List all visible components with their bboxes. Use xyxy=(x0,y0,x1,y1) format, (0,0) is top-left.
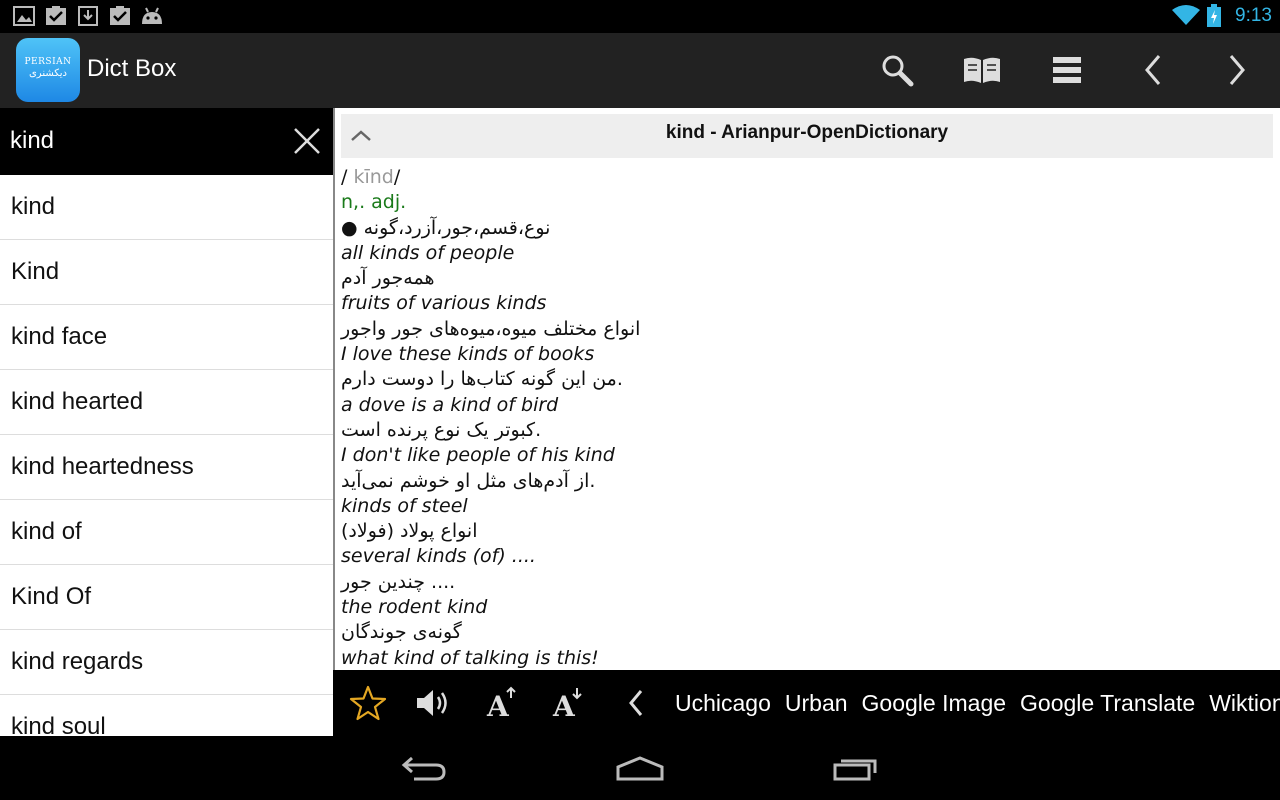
example-persian: گونه‌ی جوندگان xyxy=(341,621,462,644)
part-of-speech: n,. adj. xyxy=(341,191,407,214)
list-button[interactable] xyxy=(1042,47,1092,93)
screen: 9:13 PERSIAN دیکشنری Dict Box kind kind … xyxy=(0,0,1280,800)
word-list: kind Kind kind face kind hearted kind he… xyxy=(0,175,333,736)
download-icon xyxy=(78,6,98,26)
chevron-right-icon xyxy=(1229,55,1245,85)
increase-font-button[interactable]: A xyxy=(479,681,525,725)
example-persian: کبوتر یک نوع پرنده است. xyxy=(341,418,542,441)
list-item[interactable]: kind xyxy=(0,175,333,240)
example-english: all kinds of people xyxy=(341,241,515,264)
list-item[interactable]: kind heartedness xyxy=(0,435,333,500)
definition-panel: kind - Arianpur-OpenDictionary / kīnd/ n… xyxy=(335,108,1280,670)
app-logo-line2: دیکشنری xyxy=(28,68,68,79)
clear-search-button[interactable] xyxy=(289,123,325,159)
speaker-icon xyxy=(417,690,447,716)
example-english: several kinds (of) .... xyxy=(341,545,536,568)
book-icon xyxy=(964,57,1000,83)
word-list-panel: kind Kind kind face kind hearted kind he… xyxy=(0,108,333,736)
close-icon xyxy=(294,128,320,154)
list-item[interactable]: kind of xyxy=(0,500,333,565)
list-item[interactable]: kind regards xyxy=(0,630,333,695)
example-english: kinds of steel xyxy=(341,494,468,517)
task-done-icon xyxy=(110,6,130,25)
app-logo-line1: PERSIAN xyxy=(24,57,72,67)
image-notification-icon xyxy=(13,6,35,26)
back-icon xyxy=(401,756,446,781)
status-bar: 9:13 xyxy=(0,0,1280,33)
list-item[interactable]: kind face xyxy=(0,305,333,370)
scroll-links-left-button[interactable] xyxy=(613,681,659,725)
example-english: what kind of talking is this! xyxy=(341,646,599,669)
home-button[interactable] xyxy=(610,750,670,786)
home-icon xyxy=(616,756,664,781)
dictionary-links: Uchicago Urban Google Image Google Trans… xyxy=(675,670,1280,736)
example-persian: چندین جور .... xyxy=(341,570,456,593)
example-persian: انواع مختلف میوه،میوه‌های جور واجور xyxy=(341,317,641,340)
list-item[interactable]: kind hearted xyxy=(0,370,333,435)
pronunciation: / kīnd/ xyxy=(341,165,1271,190)
link-google-image[interactable]: Google Image xyxy=(862,690,1006,717)
definition-title: kind - Arianpur-OpenDictionary xyxy=(665,122,949,143)
list-icon xyxy=(1053,57,1081,83)
search-icon xyxy=(882,55,914,87)
example-persian: من این گونه کتاب‌ها را دوست دارم. xyxy=(341,368,623,391)
example-persian: همه‌جور آدم xyxy=(341,267,435,290)
search-box xyxy=(0,108,333,175)
font-increase-icon: A xyxy=(486,686,516,720)
pronunciation-text: kīnd xyxy=(353,166,394,188)
back-button[interactable] xyxy=(394,750,454,786)
chevron-left-icon xyxy=(629,690,643,716)
example-english: a dove is a kind of bird xyxy=(341,393,559,416)
link-wiktionary[interactable]: Wiktionary xyxy=(1209,690,1280,717)
pronounce-button[interactable] xyxy=(411,681,457,725)
app-title: Dict Box xyxy=(87,55,177,82)
font-decrease-icon: A xyxy=(552,688,582,720)
meaning: ● نوع،قسم،جور،آزرد،گونه xyxy=(341,216,551,239)
chevron-left-icon xyxy=(1145,55,1161,85)
definition-header[interactable]: kind - Arianpur-OpenDictionary xyxy=(341,114,1273,158)
decrease-font-button[interactable]: A xyxy=(545,681,591,725)
search-button[interactable] xyxy=(872,47,922,93)
recent-apps-icon xyxy=(833,759,877,781)
list-item[interactable]: Kind Of xyxy=(0,565,333,630)
previous-button[interactable] xyxy=(1128,47,1178,93)
bottom-toolbar: A A Uchicago Urban Google Image Google T… xyxy=(335,670,1280,736)
list-item[interactable]: Kind xyxy=(0,240,333,305)
svg-text:A: A xyxy=(552,690,576,720)
pronunciation-close: / xyxy=(393,166,401,188)
app-logo[interactable]: PERSIAN دیکشنری xyxy=(16,38,80,102)
next-button[interactable] xyxy=(1212,47,1262,93)
link-urban[interactable]: Urban xyxy=(785,690,848,717)
link-google-translate[interactable]: Google Translate xyxy=(1020,690,1195,717)
dictionary-button[interactable] xyxy=(957,47,1007,93)
star-icon xyxy=(349,685,387,721)
example-english: I love these kinds of books xyxy=(341,343,595,366)
example-english: I don't like people of his kind xyxy=(341,444,615,467)
android-debug-icon xyxy=(142,7,162,24)
battery-charging-icon xyxy=(1207,4,1221,27)
example-persian: انواع پولاد (فولاد) xyxy=(341,520,478,543)
favorite-button[interactable] xyxy=(345,681,391,725)
pronunciation-open: / xyxy=(341,166,354,188)
action-bar: PERSIAN دیکشنری Dict Box xyxy=(0,33,1280,108)
search-input[interactable] xyxy=(10,120,280,162)
list-item[interactable]: kind soul xyxy=(0,695,333,736)
recent-apps-button[interactable] xyxy=(826,750,886,786)
example-english: the rodent kind xyxy=(341,596,488,619)
definition-body: / kīnd/ n,. adj. ● نوع،قسم،جور،آزرد،گونه… xyxy=(341,165,1271,670)
svg-text:A: A xyxy=(486,690,510,720)
link-uchicago[interactable]: Uchicago xyxy=(675,690,771,717)
clock: 9:13 xyxy=(1235,5,1272,26)
navigation-bar xyxy=(0,736,1280,800)
example-english: fruits of various kinds xyxy=(341,292,547,315)
chevron-up-icon[interactable] xyxy=(349,124,373,148)
example-persian: از آدم‌های مثل او خوشم نمی‌آید. xyxy=(341,469,596,492)
task-done-icon xyxy=(46,6,66,25)
wifi-icon xyxy=(1172,5,1200,25)
